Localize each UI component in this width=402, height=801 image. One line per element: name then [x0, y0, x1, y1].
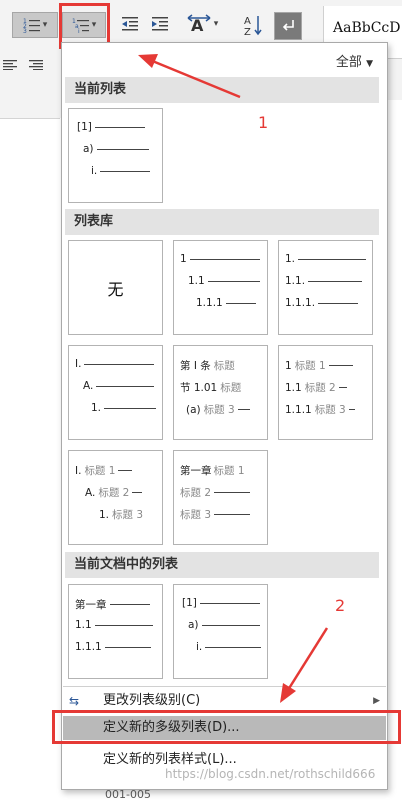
annotation-step-1: 1	[258, 113, 269, 132]
annotation-arrows	[138, 54, 329, 703]
watermark-text: https://blog.csdn.net/rothschild666	[165, 767, 376, 781]
annotation-step-2: 2	[335, 596, 346, 615]
